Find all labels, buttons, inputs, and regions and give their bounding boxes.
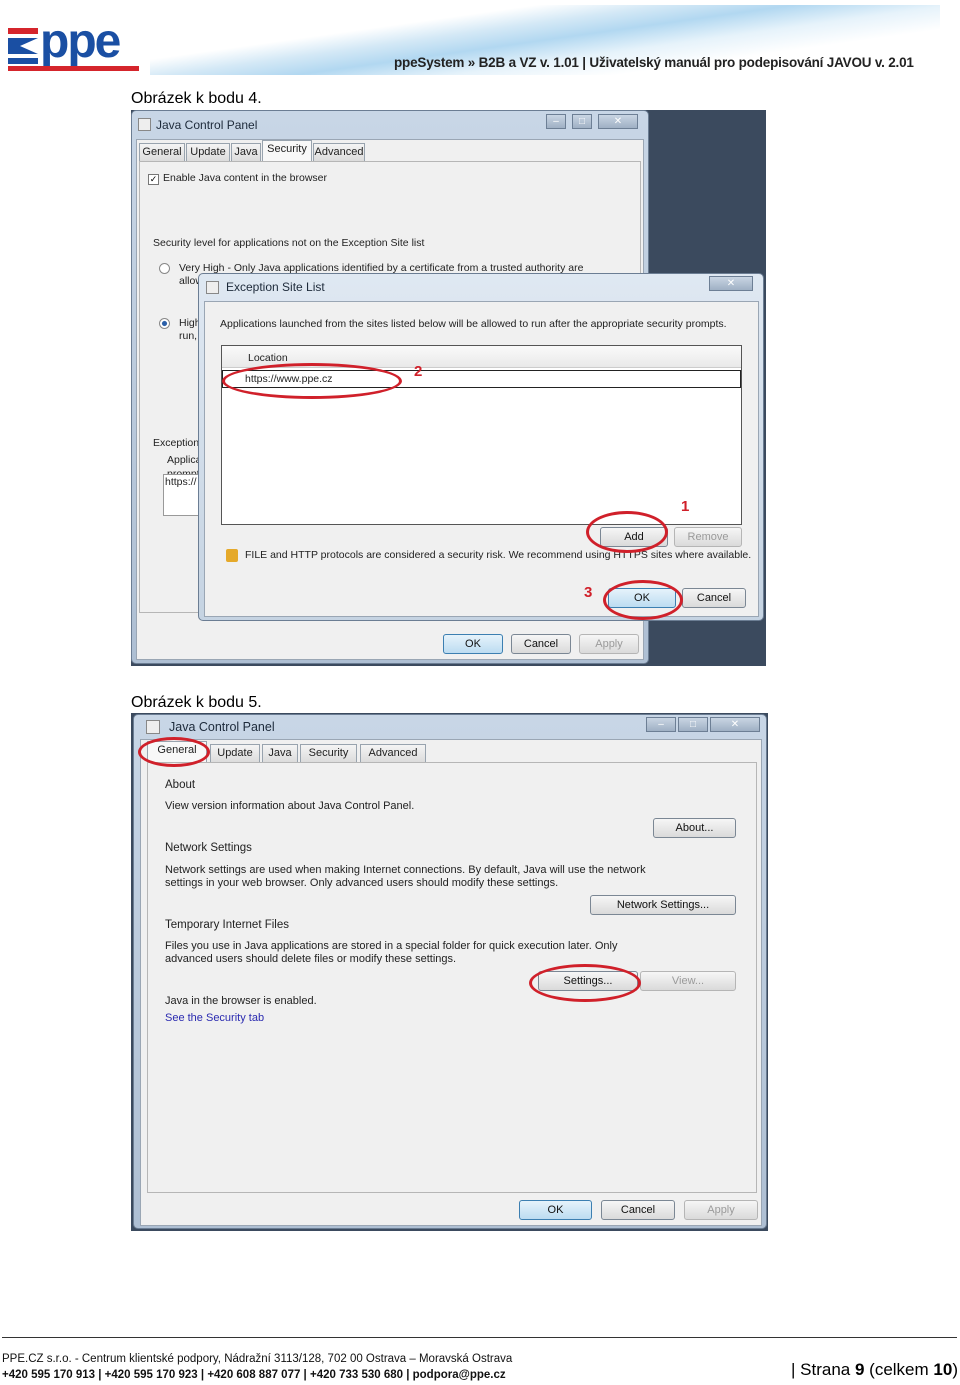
window-body: General Update Java Security Advanced Ab… (140, 739, 762, 1226)
highlight-general-tab-ellipse (138, 737, 210, 767)
close-button[interactable]: ✕ (710, 717, 760, 732)
tab-advanced[interactable]: Advanced (360, 744, 426, 762)
temp-files-heading: Temporary Internet Files (165, 919, 289, 931)
lock-icon (226, 549, 238, 562)
java-icon (206, 281, 219, 294)
ok-button[interactable]: OK (519, 1200, 592, 1220)
tab-java[interactable]: Java (231, 143, 261, 161)
figure-5-screenshot: Java Control Panel – □ ✕ General Update … (131, 713, 768, 1231)
highlight-location-ellipse (222, 363, 402, 399)
tab-update[interactable]: Update (186, 143, 230, 161)
java-icon (138, 118, 151, 131)
window-title: Java Control Panel (156, 118, 258, 132)
java-icon (146, 720, 160, 734)
high-radio[interactable] (159, 318, 170, 329)
highlight-ok-ellipse (603, 580, 683, 620)
tab-java[interactable]: Java (262, 744, 298, 762)
very-high-radio[interactable] (159, 263, 170, 274)
exception-text: Applica (167, 454, 202, 466)
about-heading: About (165, 779, 196, 791)
figure-4-screenshot: Java Control Panel – □ ✕ General Update … (131, 110, 766, 666)
footer-contacts: +420 595 170 913 | +420 595 170 923 | +4… (2, 1369, 506, 1381)
maximize-button[interactable]: □ (678, 717, 708, 732)
page-number: | Strana 9 (celkem 10) (791, 1360, 958, 1380)
highlight-add-ellipse (586, 511, 668, 553)
window-title: Java Control Panel (169, 720, 275, 734)
dialog-body: Applications launched from the sites lis… (204, 301, 759, 617)
page-prefix: | Strana (791, 1360, 855, 1379)
general-tab-panel: About View version information about Jav… (147, 762, 757, 1193)
high-label-cont: run, (179, 330, 198, 342)
minimize-button[interactable]: – (646, 717, 676, 732)
tab-advanced[interactable]: Advanced (313, 143, 365, 161)
figure-5-caption: Obrázek k bodu 5. (131, 694, 262, 711)
apply-button[interactable]: Apply (684, 1200, 758, 1220)
security-tab-link[interactable]: See the Security tab (165, 1012, 264, 1024)
footer-address: PPE.CZ s.r.o. - Centrum klientské podpor… (2, 1353, 513, 1365)
logo-underline (8, 66, 139, 71)
network-heading: Network Settings (165, 842, 252, 854)
tab-security[interactable]: Security (262, 140, 312, 161)
view-button[interactable]: View... (640, 971, 736, 991)
temp-files-text-2: advanced users should delete files or mo… (165, 953, 457, 965)
logo-text: ppe (40, 15, 121, 68)
network-text-2: settings in your web browser. Only advan… (165, 877, 559, 889)
cancel-button[interactable]: Cancel (511, 634, 571, 654)
highlight-settings-ellipse (529, 964, 641, 1002)
step-marker-1: 1 (681, 498, 690, 515)
tab-update[interactable]: Update (210, 744, 260, 762)
tab-general[interactable]: General (139, 143, 185, 161)
ok-button[interactable]: OK (443, 634, 503, 654)
dialog-description: Applications launched from the sites lis… (220, 318, 727, 330)
footer-divider (2, 1337, 957, 1338)
security-warning: FILE and HTTP protocols are considered a… (245, 549, 752, 561)
about-button[interactable]: About... (653, 818, 736, 838)
tab-security[interactable]: Security (300, 744, 357, 762)
remove-button[interactable]: Remove (674, 527, 742, 547)
enable-java-label: Enable Java content in the browser (163, 172, 328, 184)
network-settings-button[interactable]: Network Settings... (590, 895, 736, 915)
temp-files-text: Files you use in Java applications are s… (165, 940, 618, 952)
total-pages: 10 (933, 1360, 953, 1379)
maximize-button[interactable]: □ (572, 114, 592, 129)
document-title: ppeSystem » B2B a VZ v. 1.01 | Uživatels… (394, 55, 914, 70)
minimize-button[interactable]: – (546, 114, 566, 129)
exception-entry: https:// (165, 476, 197, 488)
cancel-button[interactable]: Cancel (601, 1200, 675, 1220)
close-button[interactable]: ✕ (598, 114, 638, 129)
apply-button[interactable]: Apply (579, 634, 639, 654)
total-prefix: (celkem (864, 1360, 934, 1379)
logo-mark-icon (8, 28, 38, 64)
dialog-cancel-button[interactable]: Cancel (682, 588, 746, 608)
security-level-label: Security level for applications not on t… (153, 237, 425, 249)
dialog-title: Exception Site List (226, 280, 325, 294)
step-marker-3: 3 (584, 584, 593, 601)
java-control-panel-window: Java Control Panel – □ ✕ General Update … (133, 714, 767, 1229)
dialog-close-button[interactable]: ✕ (709, 276, 753, 291)
step-marker-2: 2 (414, 363, 423, 380)
exception-site-list-dialog: Exception Site List ✕ Applications launc… (198, 273, 764, 621)
enable-java-checkbox[interactable]: ✓ (148, 174, 159, 185)
about-text: View version information about Java Cont… (165, 800, 415, 812)
exception-heading: Exception (153, 437, 200, 449)
network-text: Network settings are used when making In… (165, 864, 646, 876)
figure-4-caption: Obrázek k bodu 4. (131, 90, 262, 107)
browser-status: Java in the browser is enabled. (165, 995, 317, 1007)
column-location[interactable]: Location (248, 352, 288, 364)
total-suffix: ) (952, 1360, 958, 1379)
